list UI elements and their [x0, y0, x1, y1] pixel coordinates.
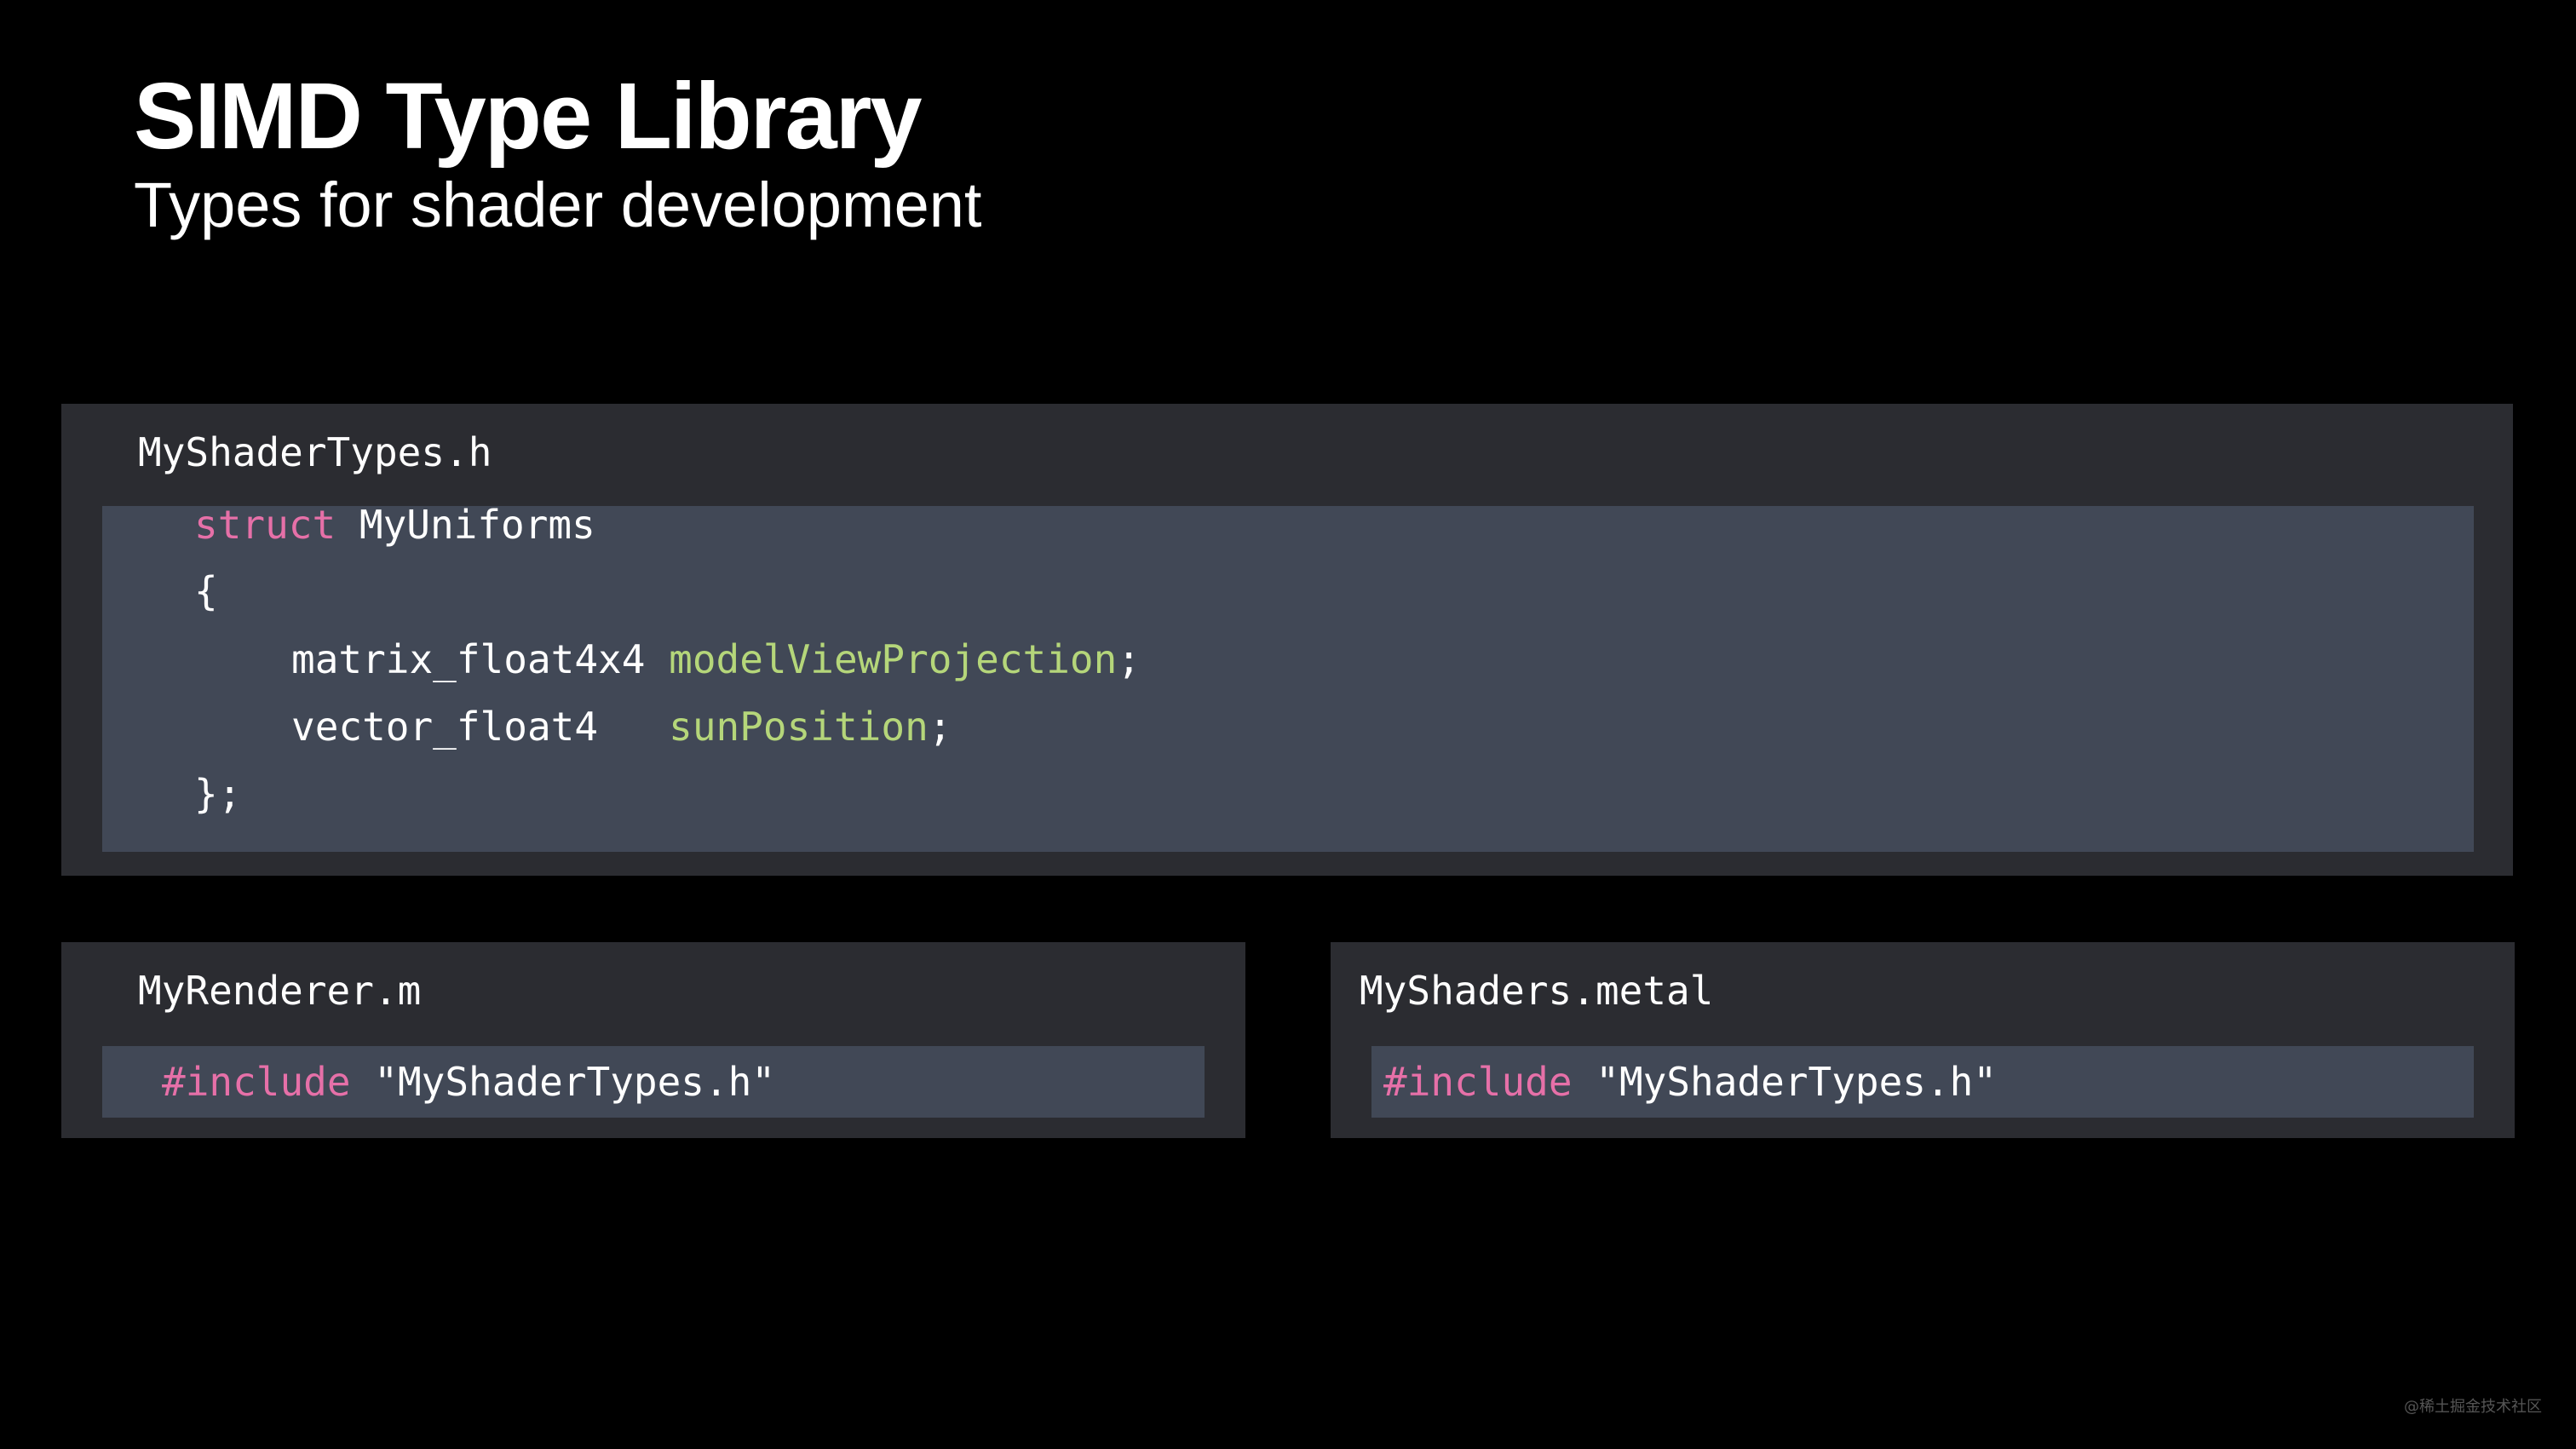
code-line-close-brace: };	[194, 760, 241, 828]
include-file: "MyShaderTypes.h"	[1596, 1059, 1998, 1105]
code-line-open-brace: {	[194, 557, 218, 625]
slide-subtitle: Types for shader development	[134, 170, 982, 240]
shaders-panel: MyShaders.metal #include "MyShaderTypes.…	[1331, 942, 2515, 1138]
close-brace: };	[194, 771, 242, 817]
include-directive: #include	[162, 1059, 351, 1105]
code-line-sun: vector_float4 sunPosition;	[291, 693, 952, 761]
field-name-mvp: modelViewProjection	[669, 636, 1118, 682]
semicolon: ;	[928, 704, 952, 750]
field-name-sun: sunPosition	[669, 704, 929, 750]
renderer-panel: MyRenderer.m #include "MyShaderTypes.h"	[61, 942, 1245, 1138]
shaders-filename: MyShaders.metal	[1360, 968, 1714, 1014]
renderer-filename: MyRenderer.m	[138, 968, 422, 1014]
watermark: @稀土掘金技术社区	[2404, 1398, 2542, 1416]
renderer-code: #include "MyShaderTypes.h"	[102, 1046, 1205, 1118]
code-line-mvp: matrix_float4x4 modelViewProjection;	[291, 625, 1141, 693]
shaders-code: #include "MyShaderTypes.h"	[1371, 1046, 2474, 1118]
code-line-struct: struct MyUniforms	[194, 491, 595, 559]
shader-types-code: struct MyUniforms { matrix_float4x4 mode…	[102, 502, 2474, 852]
slide-title: SIMD Type Library	[134, 64, 923, 169]
field-type-matrix: matrix_float4x4	[291, 636, 646, 682]
include-file: "MyShaderTypes.h"	[374, 1059, 776, 1105]
renderer-include-line: #include "MyShaderTypes.h"	[162, 1048, 775, 1116]
semicolon: ;	[1117, 636, 1141, 682]
include-directive: #include	[1383, 1059, 1573, 1105]
field-type-vector: vector_float4	[291, 704, 599, 750]
shader-types-filename: MyShaderTypes.h	[138, 429, 492, 475]
shader-types-panel: MyShaderTypes.h struct MyUniforms { matr…	[61, 404, 2513, 876]
struct-keyword: struct	[194, 502, 336, 548]
struct-name: MyUniforms	[359, 502, 595, 548]
shaders-include-line: #include "MyShaderTypes.h"	[1383, 1048, 1997, 1116]
open-brace: {	[194, 568, 218, 614]
